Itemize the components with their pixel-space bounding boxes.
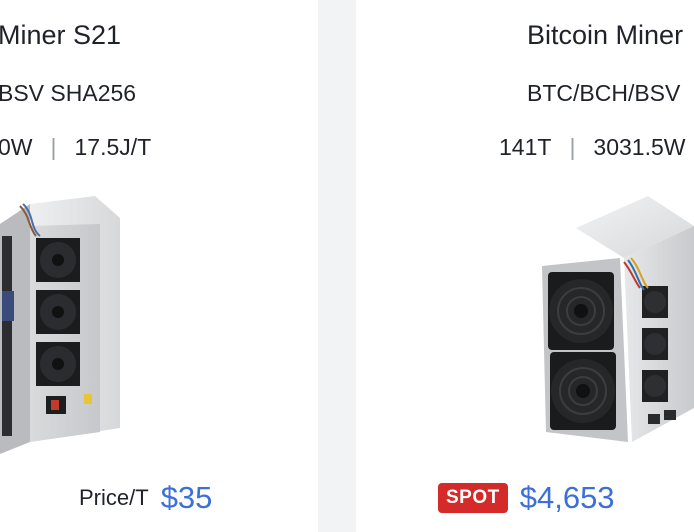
- price-value: $35: [160, 480, 213, 515]
- product-algorithm: BTC/BCH/BSV: [527, 80, 681, 106]
- spec-separator: |: [569, 134, 576, 160]
- product-specs: 141T | 3031.5W: [499, 134, 685, 161]
- product-title[interactable]: Miner S21: [0, 20, 121, 51]
- power-spec: 3031.5W: [593, 134, 686, 160]
- spec-separator: |: [50, 134, 57, 160]
- power-spec: 0W: [0, 134, 33, 160]
- product-title[interactable]: Bitcoin Miner: [527, 20, 683, 51]
- product-card-bitcoin-miner[interactable]: Bitcoin Miner BTC/BCH/BSV 141T | 3031.5W: [356, 0, 694, 532]
- spot-badge: SPOT: [438, 483, 508, 513]
- product-specs: 0W | 17.5J/T: [0, 134, 151, 161]
- card-gutter: [318, 0, 356, 532]
- miner-product-image[interactable]: [536, 192, 694, 458]
- price-row: Price/T $35: [79, 480, 212, 516]
- miner-product-image[interactable]: [0, 196, 130, 456]
- product-card-s21[interactable]: Miner S21 BSV SHA256 0W | 17.5J/T Price/…: [0, 0, 318, 532]
- price-row: SPOT $4,653: [438, 480, 615, 516]
- price-label: Price/T: [79, 485, 149, 510]
- hashrate-spec: 141T: [499, 134, 552, 160]
- efficiency-spec: 17.5J/T: [74, 134, 152, 160]
- price-value: $4,653: [519, 480, 615, 515]
- product-algorithm: BSV SHA256: [0, 80, 137, 106]
